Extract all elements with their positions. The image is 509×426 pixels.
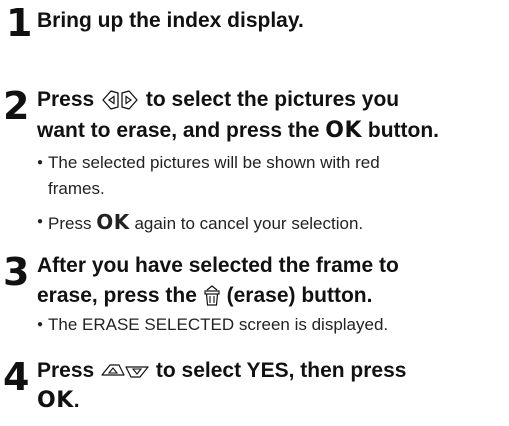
- step-3-heading-line-2: erase, press the (erase) button.: [37, 280, 372, 311]
- step-1-number: 1: [6, 1, 33, 45]
- step-4-number: 4: [3, 355, 30, 399]
- step-4-press-text: Press: [37, 359, 95, 382]
- list-item: The ERASE SELECTED screen is displayed.: [37, 312, 388, 338]
- step-3-heading-line-1: After you have selected the frame to: [37, 254, 399, 277]
- step-3-number: 3: [3, 250, 30, 294]
- trash-erase-icon: [203, 285, 221, 307]
- step-4-heading-line-2: OK.: [37, 385, 80, 416]
- step-4-heading-line-1: Press to select YES, then press: [37, 355, 406, 386]
- step-4-period: .: [73, 389, 80, 412]
- up-down-arrow-buttons-icon: [100, 361, 150, 381]
- step-2-bullets: The selected pictures will be shown with…: [37, 150, 380, 237]
- step-2-press-text: Press: [37, 88, 95, 111]
- left-right-arrow-buttons-icon: [100, 88, 140, 112]
- step-3-erase-text: erase, press the: [37, 284, 197, 307]
- ok-label: OK: [96, 210, 130, 234]
- step-3-bullets: The ERASE SELECTED screen is displayed.: [37, 312, 388, 338]
- step-2-heading-line-1: Press to select the pictures you: [37, 84, 399, 115]
- step-2-erase-text: want to erase, and press the: [37, 119, 320, 142]
- list-item: Press OK again to cancel your selection.: [37, 209, 380, 237]
- step-1-heading: Bring up the index display.: [37, 9, 304, 32]
- step-2-select-text: to select the pictures you: [145, 88, 400, 111]
- step-2-button-text: button.: [367, 119, 440, 142]
- list-item: The selected pictures will be shown with…: [37, 150, 380, 176]
- step-3-button-text: (erase) button.: [226, 284, 373, 307]
- ok-label: OK: [37, 388, 74, 413]
- step-2-heading-line-2: want to erase, and press the OK button.: [37, 115, 439, 146]
- step-2-number: 2: [3, 84, 30, 128]
- ok-label: OK: [325, 118, 363, 143]
- step-4-select-text: to select YES, then press: [155, 359, 407, 382]
- list-item-continuation: frames.: [48, 179, 105, 198]
